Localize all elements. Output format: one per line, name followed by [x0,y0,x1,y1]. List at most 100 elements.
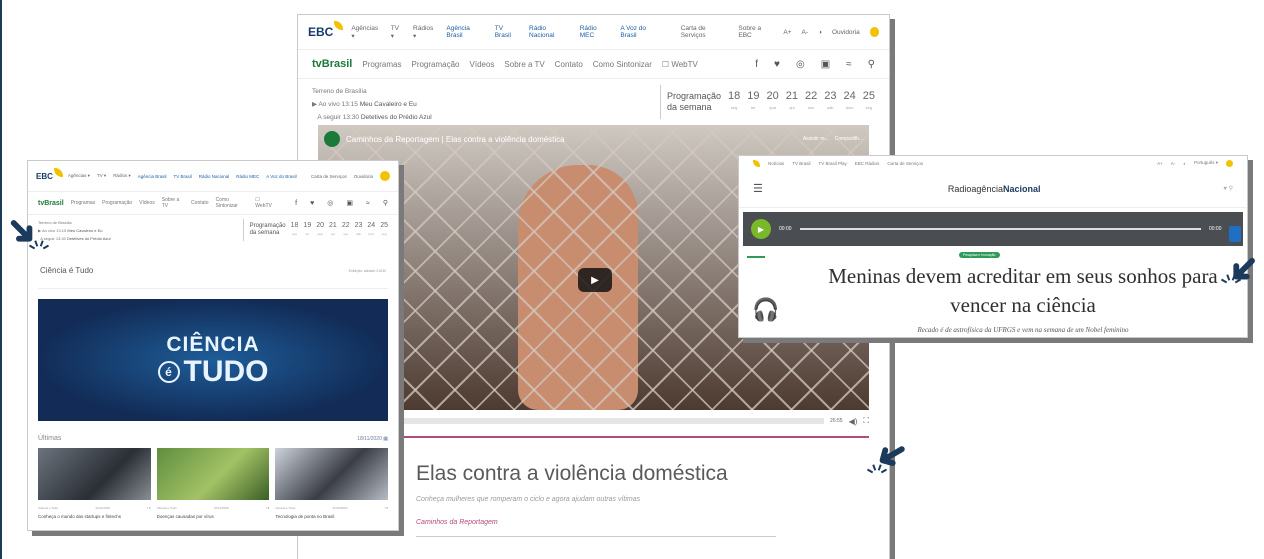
font-decrease-button[interactable]: A- [1171,161,1176,166]
episode-card[interactable]: Ciência e Tudo 14/11/2020 f ♥ Conheça o mu… [38,448,151,520]
font-decrease-button[interactable]: A- [802,29,809,36]
ebc-leaf-icon[interactable] [753,159,760,167]
ebc-logo[interactable]: EBC [308,21,344,39]
link-radio-mec[interactable]: Rádio MEC [580,25,611,39]
nav-programas[interactable]: Programas [71,200,95,206]
radioagencia-logo[interactable]: RadioagênciaNacional [765,184,1223,194]
week-label[interactable]: Programação da semana [250,223,286,237]
youtube-icon[interactable]: ▣ [346,199,353,207]
link-carta-servicos[interactable]: Carta de Serviços [887,161,923,166]
latest-date-picker[interactable]: 18/11/2020 ▦ [357,436,388,442]
day-21[interactable]: 21 qui [786,90,798,114]
channel-avatar[interactable] [324,131,340,147]
accessibility-badge-icon[interactable] [869,27,879,37]
link-agencia-brasil[interactable]: Agência Brasil [138,174,167,179]
week-label[interactable]: Programação da semana [667,91,721,113]
day-24[interactable]: 24 dom [367,222,375,238]
day-22[interactable]: 22 sex [805,90,817,114]
share-button[interactable]: Compartilh... [835,136,863,142]
audio-progress-track[interactable] [799,228,1201,230]
side-widget-button[interactable] [1229,226,1241,242]
hamburger-menu-icon[interactable]: ☰ [753,182,765,195]
nav-programacao[interactable]: Programação [102,200,132,206]
link-ebc-radios[interactable]: EBC Rádios [855,161,880,166]
link-radio-nacional[interactable]: Rádio Nacional [199,174,230,179]
link-tv-brasil[interactable]: TV Brasil [495,25,519,39]
nav-sobre-tv[interactable]: Sobre a TV [504,60,544,69]
menu-radios[interactable]: Rádios ▾ [113,173,131,179]
link-sobre-ebc[interactable]: Sobre a EBC [738,25,773,39]
day-21[interactable]: 21 qui [329,222,337,238]
day-19[interactable]: 19 ter [303,222,311,238]
day-20[interactable]: 20 qua [316,222,324,238]
day-18[interactable]: 18 seg [728,90,740,114]
nav-contato[interactable]: Contato [555,60,583,69]
day-18[interactable]: 18 seg [291,222,299,238]
language-select[interactable]: Português ▾ [1194,160,1218,166]
program-link[interactable]: Caminhos da Reportagem [416,519,771,526]
youtube-icon[interactable]: ▣ [821,59,830,70]
ebc-logo[interactable]: EBC [36,167,63,181]
tvbrasil-logo[interactable]: tvBrasil [312,58,352,70]
nav-como-sintonizar[interactable]: Como Sintonizar [593,60,652,69]
video-title[interactable]: Caminhos da Reportagem | Elas contra a v… [346,135,797,144]
font-increase-button[interactable]: A+ [783,29,791,36]
link-ouvidoria[interactable]: Ouvidoria [832,29,860,36]
instagram-icon[interactable]: ◎ [796,59,805,70]
accessibility-badge-icon[interactable] [380,171,390,181]
soundcloud-icon[interactable]: ≈ [366,200,370,207]
instagram-icon[interactable]: ◎ [327,199,333,207]
menu-tv[interactable]: TV ▾ [97,173,106,179]
day-19[interactable]: 19 ter [747,90,759,114]
twitter-icon[interactable]: ♥ [774,59,780,70]
link-radio-nacional[interactable]: Rádio Nacional [529,25,570,39]
accessibility-badge-icon[interactable] [1226,159,1233,167]
twitter-icon[interactable]: ♥ [310,200,314,207]
link-carta-servicos[interactable]: Carta de Serviços [311,174,347,179]
menu-tv[interactable]: TV ▾ [391,25,403,40]
facebook-icon[interactable]: f [755,59,758,70]
search-icon[interactable]: ⚲ [383,199,388,207]
tvbrasil-logo[interactable]: tvBrasil [38,200,64,207]
share-icons[interactable]: f ♥ [266,506,269,510]
fullscreen-icon[interactable]: ⛶ [863,416,869,426]
nav-videos[interactable]: Vídeos [139,200,155,206]
play-button[interactable]: ▶ [578,268,612,292]
link-noticias[interactable]: Notícias [768,161,784,166]
link-tv-brasil[interactable]: TV Brasil [792,161,810,166]
episode-card[interactable]: Ciência e Tudo 07/11/2020 f ♥ Doenças caus… [156,448,270,520]
link-carta-servicos[interactable]: Carta de Serviços [681,25,729,39]
link-radio-mec[interactable]: Rádio MEC [236,174,259,179]
share-icons[interactable]: f ♥ [147,506,150,510]
link-tv-brasil-play[interactable]: TV Brasil Play [819,161,847,166]
soundcloud-icon[interactable]: ≈ [846,59,852,70]
font-increase-button[interactable]: A+ [1157,161,1163,166]
facebook-icon[interactable]: f [295,200,297,207]
contrast-icon[interactable]: ◐ [1183,161,1186,166]
audio-play-button[interactable]: ▶ [751,219,771,239]
link-voz-do-brasil[interactable]: A Voz do Brasil [620,25,660,39]
nav-videos[interactable]: Vídeos [470,60,495,69]
day-22[interactable]: 22 sex [342,222,350,238]
volume-icon[interactable]: ◀) [849,417,858,426]
nav-webtv[interactable]: ☐ WebTV [662,60,698,69]
day-25[interactable]: 25 seg [863,90,875,114]
menu-radios[interactable]: Rádios ▾ [413,25,436,40]
share-icons[interactable]: f ♥ [385,506,388,510]
menu-agencias[interactable]: Agências ▾ [68,173,90,179]
nav-como-sintonizar[interactable]: Como Sintonizar [216,197,249,209]
episode-card[interactable]: Ciência e Tudo 31/10/2020 f ♥ Tecnologia d… [275,448,389,520]
day-25[interactable]: 25 seg [380,222,388,238]
day-24[interactable]: 24 dom [844,90,856,114]
day-23[interactable]: 23 sáb [824,90,836,114]
link-agencia-brasil[interactable]: Agência Brasil [446,25,484,39]
menu-agencias[interactable]: Agências ▾ [351,25,380,40]
nav-sobre-tv[interactable]: Sobre a TV [162,197,184,209]
live-row[interactable]: ▶ Ao vivo 13:15 Meu Cavaleiro e Eu [38,227,243,235]
watch-later-button[interactable]: Assistir m... [803,136,829,142]
nav-programas[interactable]: Programas [362,60,401,69]
category-tag[interactable]: Pesquisa e Inovação [959,252,1000,258]
nav-programacao[interactable]: Programação [411,60,459,69]
social-search-icons[interactable]: ♥ ⚲ [1223,185,1233,192]
day-23[interactable]: 23 sáb [355,222,363,238]
